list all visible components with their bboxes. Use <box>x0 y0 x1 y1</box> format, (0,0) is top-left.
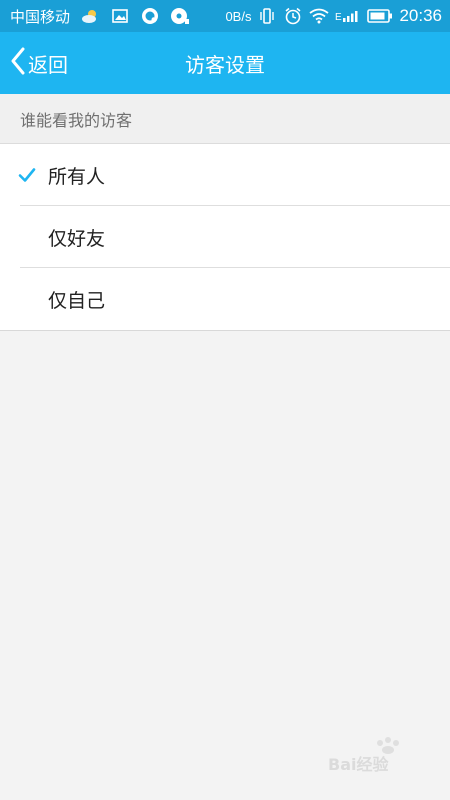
option-friends-only[interactable]: 仅好友 <box>0 206 450 268</box>
option-only-me[interactable]: 仅自己 <box>0 268 450 330</box>
carrier-name: 中国移动 <box>10 7 71 26</box>
image-icon <box>110 6 130 26</box>
cloud-weather-icon <box>80 6 100 26</box>
title-bar: 返回 访客设置 <box>0 32 450 94</box>
section-header: 谁能看我的访客 <box>0 94 450 144</box>
option-everyone[interactable]: 所有人 <box>0 144 450 206</box>
music-disc-icon <box>170 6 190 26</box>
network-speed: 0B/s <box>225 8 252 24</box>
checkmark-icon <box>18 166 36 184</box>
signal-icon: E <box>335 6 361 26</box>
watermark-text: Bai经验 <box>328 755 389 774</box>
back-label: 返回 <box>28 52 68 77</box>
option-label: 仅自己 <box>48 289 106 312</box>
signal-label: E <box>335 12 342 23</box>
option-label: 所有人 <box>48 165 106 188</box>
alarm-icon <box>283 6 303 26</box>
clock-time: 20:36 <box>399 6 442 25</box>
q-app-icon <box>140 6 160 26</box>
vibrate-icon <box>257 6 277 26</box>
baidu-watermark-logo: Bai经验 <box>328 737 399 774</box>
chevron-left-icon <box>10 47 26 79</box>
back-button[interactable]: 返回 <box>10 32 68 94</box>
battery-icon <box>367 6 393 26</box>
visitor-options-list: 所有人 仅好友 仅自己 <box>0 144 450 331</box>
status-bar: 中国移动 0B/s E 20:36 <box>0 0 450 32</box>
option-label: 仅好友 <box>48 227 106 250</box>
wifi-icon <box>309 6 330 26</box>
